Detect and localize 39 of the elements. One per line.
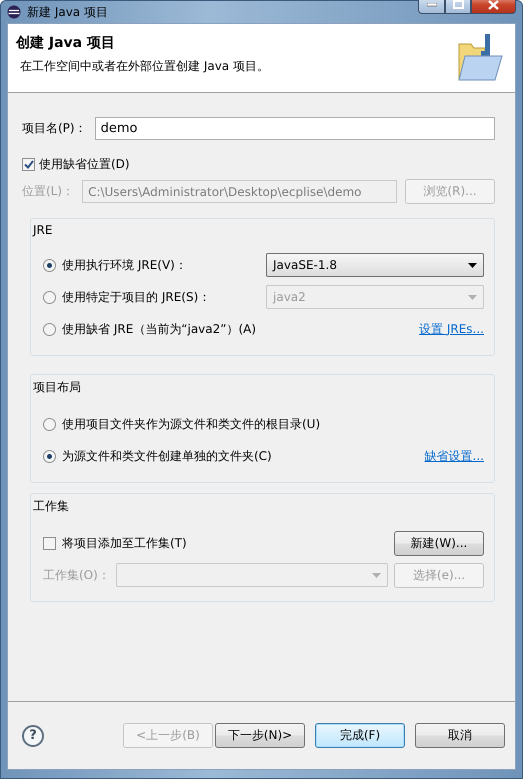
radio-label: 使用特定于项目的 JRE(S)： xyxy=(62,288,210,306)
radio-label: 使用缺省 JRE（当前为“java2”）(A) xyxy=(62,320,256,338)
dialog-button[interactable]: 完成(F) xyxy=(315,723,405,748)
close-icon xyxy=(488,0,499,10)
header-description: 在工作空间中或者在外部位置创建 Java 项目。 xyxy=(20,58,269,75)
field-label: 项目名(P)： xyxy=(22,120,87,137)
dropdown-arrow-icon xyxy=(468,294,477,300)
radio-button[interactable] xyxy=(43,450,56,462)
maximize-button[interactable] xyxy=(445,0,471,14)
jre-dropdown[interactable]: JavaSE-1.8 xyxy=(266,253,484,277)
radio-label: 使用项目文件夹作为源文件和类文件的根目录(U) xyxy=(62,416,320,432)
radio-label: 为源文件和类文件创建单独的文件夹(C) xyxy=(62,448,272,464)
settings-link[interactable]: 缺省设置... xyxy=(424,448,484,464)
header-title: 创建 Java 项目 xyxy=(16,34,116,52)
close-button[interactable] xyxy=(471,0,516,14)
maximize-icon xyxy=(452,0,464,9)
eclipse-icon xyxy=(7,5,21,19)
radio-button[interactable] xyxy=(43,322,56,336)
dropdown-arrow-icon xyxy=(372,572,381,578)
radio-button[interactable] xyxy=(43,258,56,272)
group-title: JRE xyxy=(33,223,54,237)
settings-link[interactable]: 设置 JREs... xyxy=(419,320,484,338)
project-name-field[interactable]: demo xyxy=(94,117,495,140)
checkbox-label: 使用缺省位置(D) xyxy=(39,156,130,173)
window-title: 新建 Java 项目 xyxy=(27,4,109,20)
checkbox-label: 将项目添加至工作集(T) xyxy=(62,534,187,552)
radio-label: 使用执行环境 JRE(V)： xyxy=(62,256,187,274)
dialog-button[interactable]: 取消 xyxy=(415,723,505,748)
radio-button[interactable] xyxy=(43,418,56,430)
group-title: 工作集 xyxy=(33,498,70,515)
dropdown-arrow-icon xyxy=(468,262,477,268)
field-label: 位置(L)： xyxy=(22,183,74,200)
help-button[interactable]: ? xyxy=(22,724,44,746)
checkbox[interactable] xyxy=(22,158,35,171)
dialog-button[interactable]: 下一步(N)> xyxy=(215,723,305,748)
minimize-icon xyxy=(426,2,436,6)
group-title: 项目布局 xyxy=(33,379,82,396)
minimize-button[interactable] xyxy=(418,0,445,14)
field-label: 工作集(O)： xyxy=(43,566,110,584)
